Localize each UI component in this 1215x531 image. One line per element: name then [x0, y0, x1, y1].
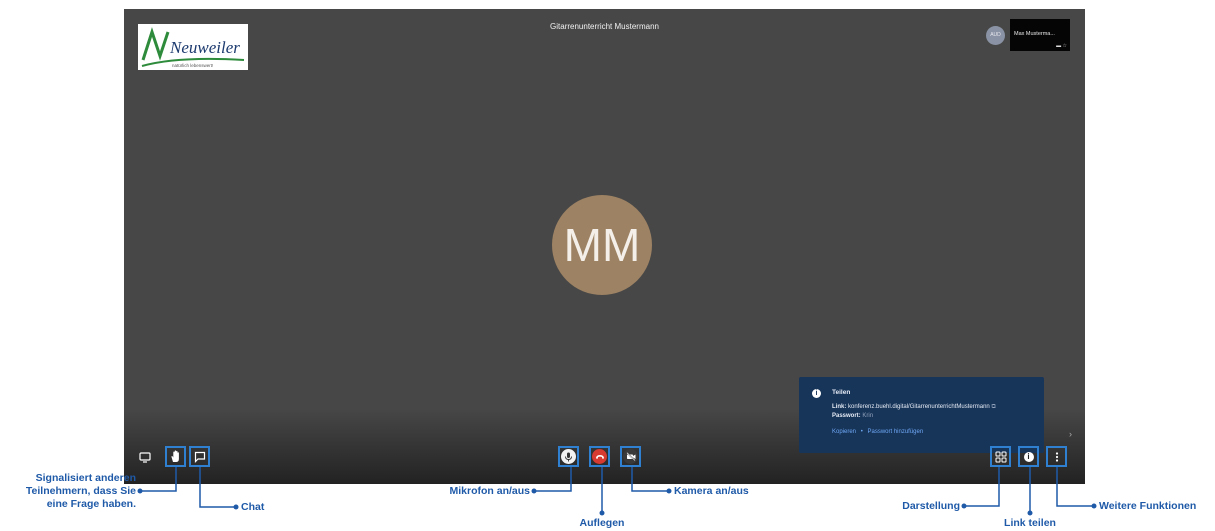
- microphone-callout: Mikrofon an/aus: [449, 485, 530, 497]
- camera-callout: Kamera an/aus: [674, 485, 749, 497]
- share-link-callout: Link teilen: [1004, 517, 1056, 529]
- callout-lines: [137, 467, 1097, 516]
- hangup-callout: Auflegen: [579, 517, 625, 529]
- more-callout: Weitere Funktionen: [1099, 500, 1197, 512]
- chat-callout: Chat: [241, 501, 265, 513]
- raise-hand-callout: Signalisiert anderen Teilnehmern, dass S…: [25, 472, 136, 510]
- layout-callout: Darstellung: [902, 500, 960, 512]
